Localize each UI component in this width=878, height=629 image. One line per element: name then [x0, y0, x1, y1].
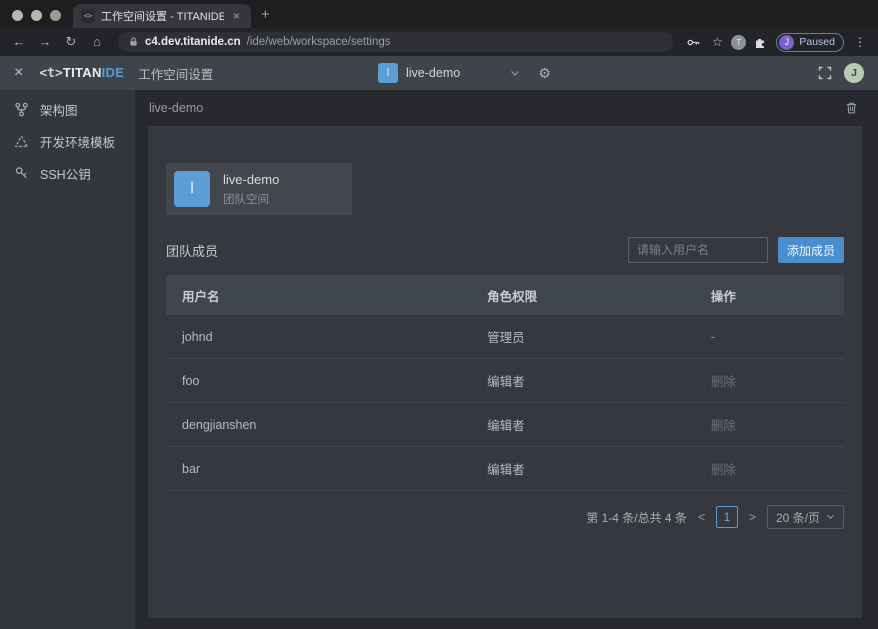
app-header: × <t>TITANIDE 工作空间设置 l live-demo ⚙ J	[0, 56, 878, 90]
forward-button[interactable]: →	[34, 32, 56, 52]
page-size-value: 20 条/页	[776, 509, 820, 526]
browser-window: <> 工作空间设置 - TITANIDE × + ← → ↻ ⌂ c4.dev.…	[0, 0, 878, 629]
profile-avatar: J	[779, 35, 794, 50]
page-number-button[interactable]: 1	[716, 506, 738, 528]
pagination-summary: 第 1-4 条/总共 4 条	[586, 509, 687, 526]
browser-menu-icon[interactable]: ⋮	[850, 35, 870, 49]
url-host: c4.dev.titanide.cn	[145, 36, 241, 48]
bookmark-star-icon[interactable]: ☆	[707, 35, 727, 49]
traffic-lights	[0, 10, 73, 28]
settings-close-icon[interactable]: ×	[14, 65, 23, 81]
member-role: 管理员	[471, 327, 695, 346]
member-action[interactable]: 删除	[695, 459, 844, 478]
column-actions: 操作	[695, 286, 844, 305]
key-icon	[14, 166, 29, 181]
team-members-title: 团队成员	[166, 241, 218, 260]
profile-chip[interactable]: J Paused	[776, 33, 844, 52]
add-member-button[interactable]: 添加成员	[778, 237, 844, 263]
prev-page-icon[interactable]: <	[697, 510, 706, 524]
next-page-icon[interactable]: >	[748, 510, 757, 524]
table-row: johnd 管理员 -	[166, 315, 844, 359]
table-row: dengjianshen 编辑者 删除	[166, 403, 844, 447]
chevron-down-icon	[826, 514, 835, 520]
column-role: 角色权限	[471, 286, 695, 305]
pagination: 第 1-4 条/总共 4 条 < 1 > 20 条/页	[166, 505, 844, 529]
workspace-selector[interactable]: l live-demo ⚙	[378, 56, 551, 90]
column-username: 用户名	[166, 286, 471, 305]
workspace-settings-gear-icon[interactable]: ⚙	[538, 66, 551, 80]
password-key-icon[interactable]	[683, 35, 703, 50]
sidebar-item-ssh-key[interactable]: SSH公钥	[0, 158, 135, 188]
table-row: bar 编辑者 删除	[166, 447, 844, 491]
team-members-header: 团队成员 添加成员	[166, 237, 844, 263]
app-body: 架构图 开发环境模板 SSH公钥 live-demo l	[0, 90, 878, 629]
member-username: bar	[166, 462, 471, 476]
window-zoom-button[interactable]	[50, 10, 61, 21]
template-icon	[14, 134, 29, 149]
member-role: 编辑者	[471, 415, 695, 434]
profile-status: Paused	[799, 36, 835, 48]
members-table-header: 用户名 角色权限 操作	[166, 275, 844, 315]
table-row: foo 编辑者 删除	[166, 359, 844, 403]
sidebar-item-label: SSH公钥	[40, 164, 91, 183]
home-button[interactable]: ⌂	[86, 32, 108, 52]
tab-close-icon[interactable]: ×	[230, 9, 243, 23]
extensions-puzzle-icon[interactable]	[750, 35, 770, 49]
members-table-body: johnd 管理员 - foo 编辑者 删除 dengjianshen 编辑者 …	[166, 315, 844, 491]
member-role: 编辑者	[471, 371, 695, 390]
workspace-card: l live-demo 团队空间	[166, 163, 352, 215]
url-path: /ide/web/workspace/settings	[247, 36, 391, 48]
tab-title: 工作空间设置 - TITANIDE	[101, 8, 224, 24]
reload-button[interactable]: ↻	[60, 32, 82, 52]
git-branch-icon	[14, 102, 29, 117]
member-action[interactable]: 删除	[695, 371, 844, 390]
window-close-button[interactable]	[12, 10, 23, 21]
new-tab-button[interactable]: +	[251, 6, 282, 28]
workspace-card-name: live-demo	[223, 172, 279, 187]
workspace-card-type: 团队空间	[223, 191, 279, 207]
main-content: live-demo l live-demo 团队空间 团队成员 添加成员	[135, 90, 878, 629]
window-minimize-button[interactable]	[31, 10, 42, 21]
tab-strip: <> 工作空间设置 - TITANIDE × +	[0, 0, 878, 28]
browser-toolbar: ← → ↻ ⌂ c4.dev.titanide.cn /ide/web/work…	[0, 28, 878, 56]
member-action: -	[695, 330, 844, 344]
user-avatar[interactable]: J	[844, 63, 864, 83]
chevron-down-icon[interactable]	[510, 70, 520, 77]
extension-badge-icon[interactable]: T	[731, 35, 746, 50]
workspace-avatar: l	[378, 63, 398, 83]
member-role: 编辑者	[471, 459, 695, 478]
sidebar-item-label: 开发环境模板	[40, 132, 115, 151]
page-size-select[interactable]: 20 条/页	[767, 505, 844, 529]
sidebar: 架构图 开发环境模板 SSH公钥	[0, 90, 135, 629]
members-table: 用户名 角色权限 操作 johnd 管理员 - foo 编辑者 删除 dengj…	[166, 275, 844, 491]
sidebar-item-label: 架构图	[40, 100, 78, 119]
member-action[interactable]: 删除	[695, 415, 844, 434]
workspace-card-avatar: l	[174, 171, 210, 207]
lock-icon	[128, 36, 139, 48]
page-title: 工作空间设置	[138, 64, 213, 83]
header-actions: J	[818, 63, 864, 83]
sidebar-item-architecture[interactable]: 架构图	[0, 94, 135, 124]
member-username: foo	[166, 374, 471, 388]
member-username: dengjianshen	[166, 418, 471, 432]
member-username: johnd	[166, 330, 471, 344]
delete-workspace-trash-icon[interactable]	[843, 99, 860, 117]
breadcrumb: live-demo	[149, 101, 203, 115]
workspace-name: live-demo	[406, 66, 460, 80]
username-input[interactable]	[628, 237, 768, 263]
sidebar-item-dev-env-template[interactable]: 开发环境模板	[0, 126, 135, 156]
breadcrumb-bar: live-demo	[148, 90, 862, 127]
titanide-favicon-icon: <>	[81, 9, 95, 23]
settings-panel: l live-demo 团队空间 团队成员 添加成员 用户名 角色权限 操作	[148, 127, 862, 618]
titanide-logo: <t>TITANIDE	[39, 65, 124, 81]
browser-tab[interactable]: <> 工作空间设置 - TITANIDE ×	[73, 4, 251, 28]
fullscreen-icon[interactable]	[818, 66, 832, 80]
back-button[interactable]: ←	[8, 32, 30, 52]
url-bar[interactable]: c4.dev.titanide.cn /ide/web/workspace/se…	[118, 32, 673, 52]
